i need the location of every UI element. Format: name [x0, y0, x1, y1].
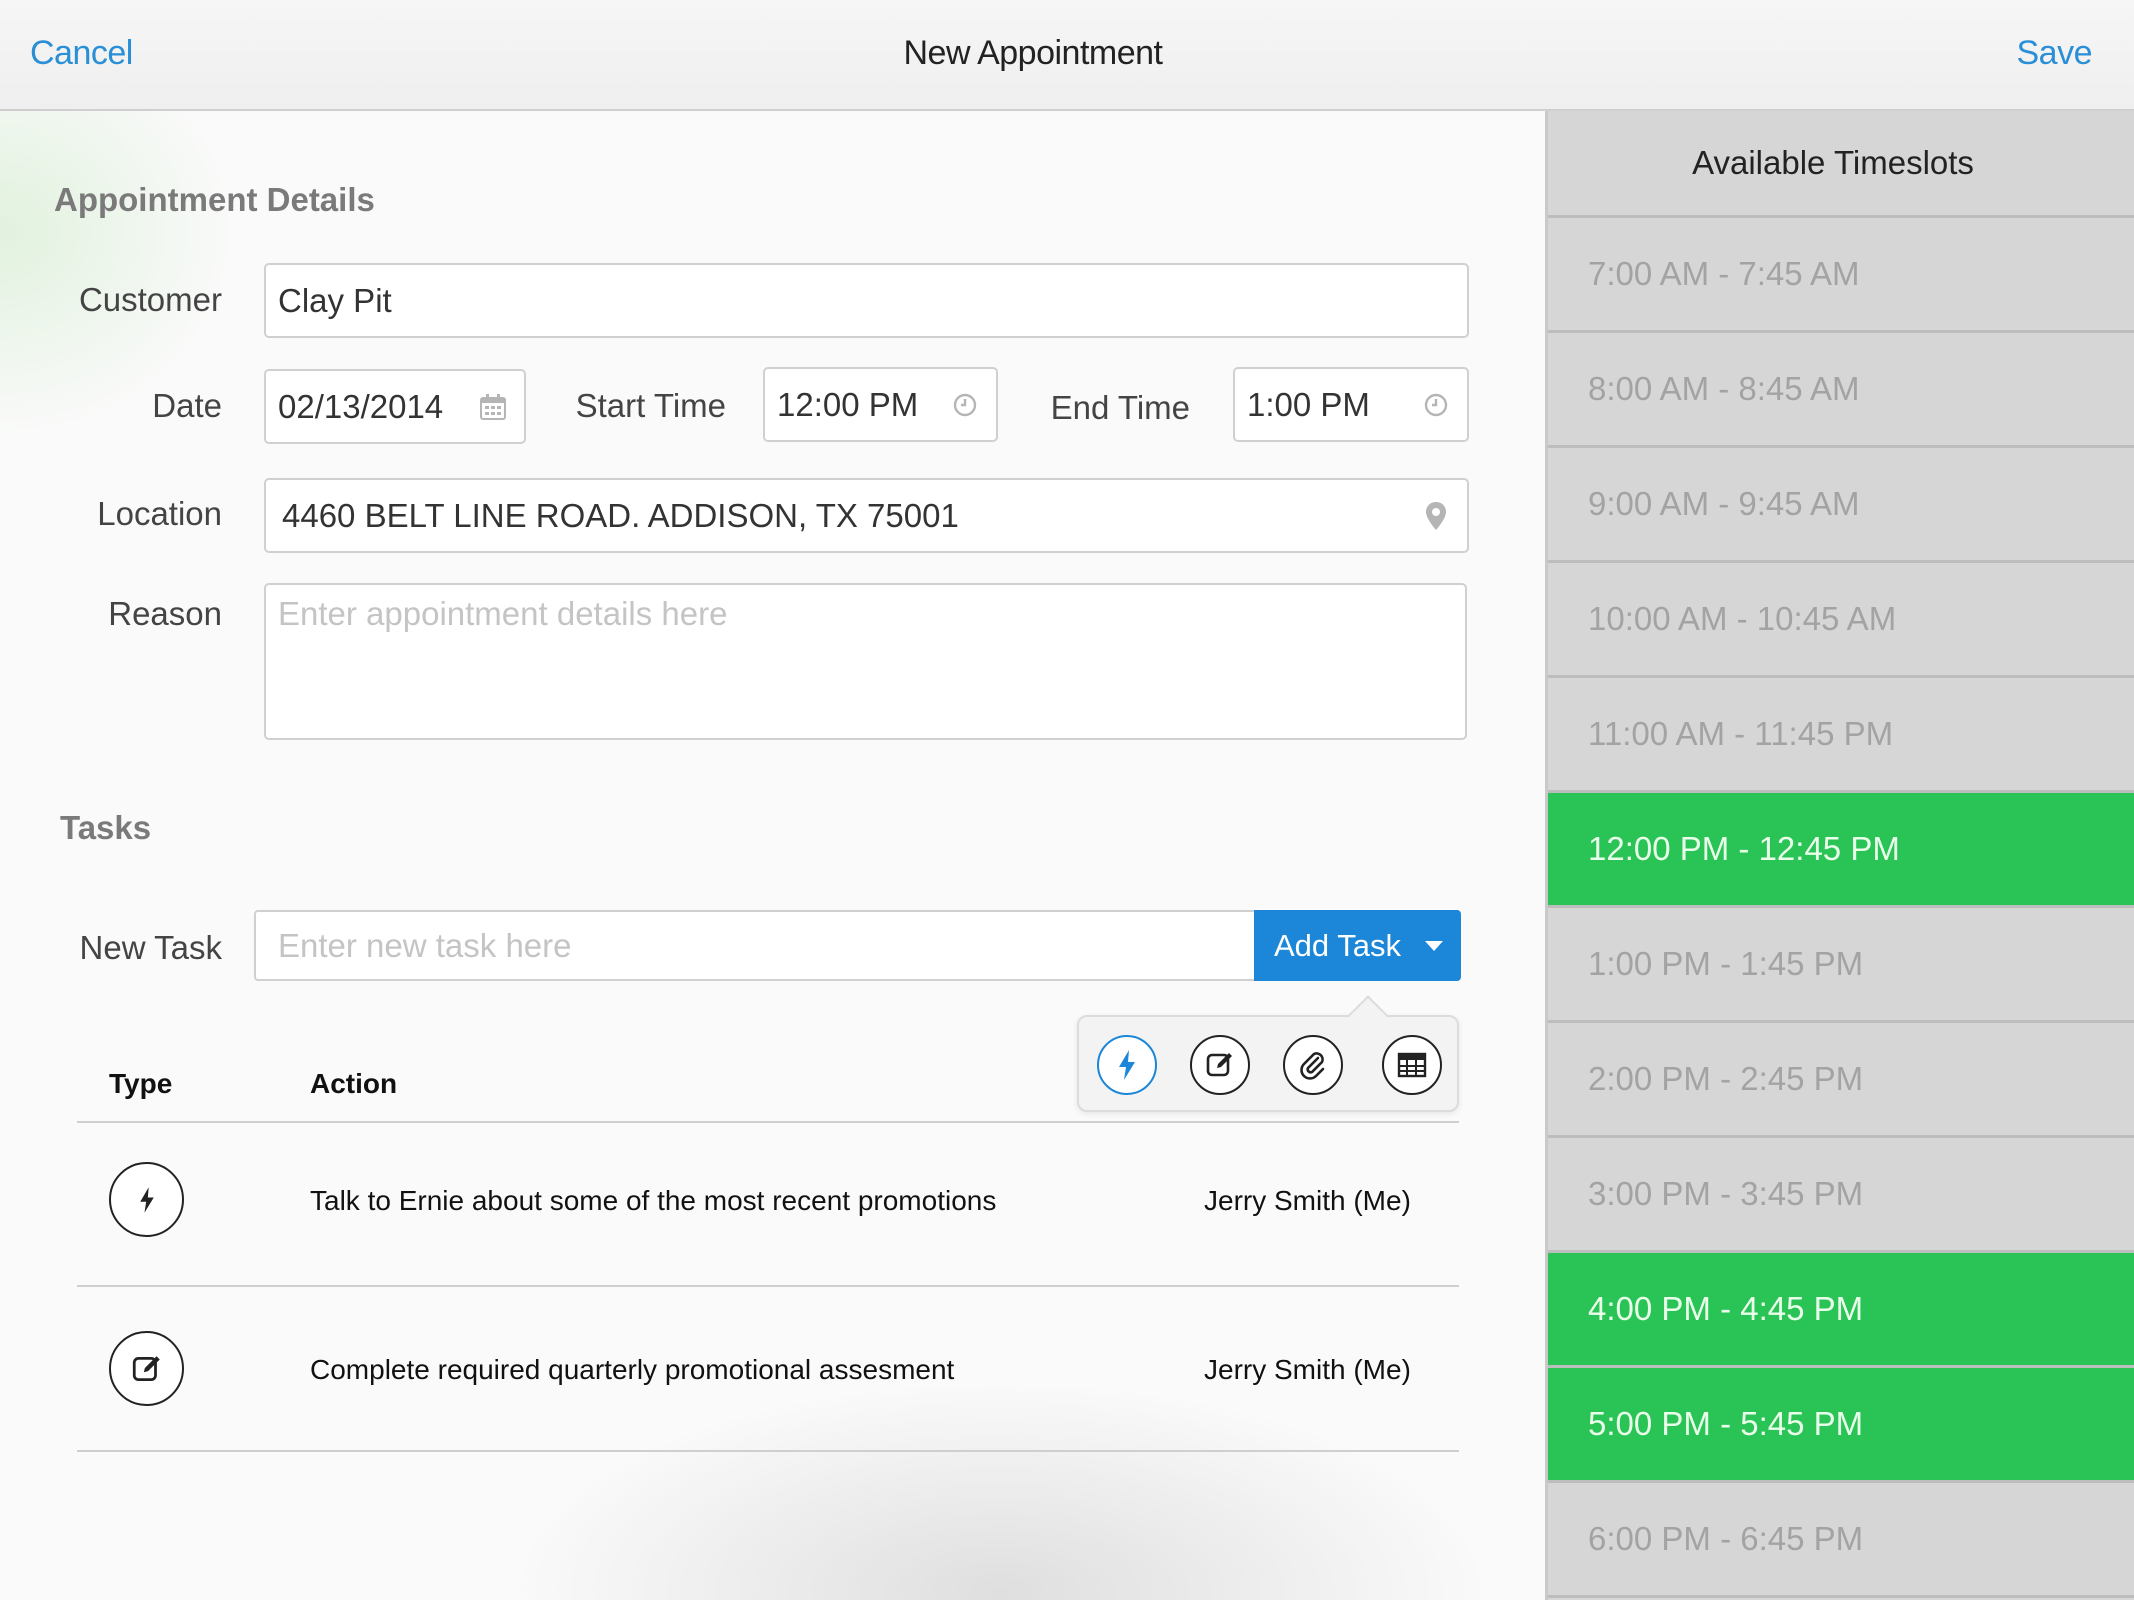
table-icon[interactable] — [1382, 1035, 1442, 1095]
table-divider — [77, 1285, 1459, 1287]
timeslot-panel: Available Timeslots 7:00 AM - 7:45 AM 8:0… — [1545, 111, 2134, 1600]
edit-icon[interactable] — [1190, 1035, 1250, 1095]
add-task-button[interactable]: Add Task — [1254, 910, 1461, 981]
customer-field[interactable]: Clay Pit — [264, 263, 1469, 338]
page-title: New Appointment — [903, 34, 1164, 72]
start-time-value: 12:00 PM — [777, 385, 919, 423]
reason-placeholder: Enter appointment details here — [278, 595, 728, 632]
add-task-label: Add Task — [1274, 927, 1401, 963]
timeslot-item[interactable]: 12:00 PM - 12:45 PM — [1548, 793, 2134, 908]
timeslot-item[interactable]: 3:00 PM - 3:45 PM — [1548, 1138, 2134, 1253]
timeslot-item[interactable]: 5:00 PM - 5:45 PM — [1548, 1368, 2134, 1483]
tasks-heading: Tasks — [60, 809, 152, 846]
timeslot-panel-title: Available Timeslots — [1548, 111, 2134, 218]
nav-bar: Cancel New Appointment Save — [0, 0, 2134, 111]
timeslot-item[interactable]: 11:00 AM - 11:45 PM — [1548, 678, 2134, 793]
chevron-down-icon — [1424, 940, 1443, 951]
paperclip-icon[interactable] — [1283, 1035, 1343, 1095]
calendar-icon[interactable] — [476, 390, 510, 424]
location-field[interactable]: 4460 BELT LINE ROAD. ADDISON, TX 75001 — [264, 478, 1469, 553]
table-divider — [77, 1450, 1459, 1452]
new-task-input[interactable]: Enter new task here — [254, 910, 1257, 981]
timeslot-item[interactable]: 10:00 AM - 10:45 AM — [1548, 563, 2134, 678]
timeslot-item[interactable]: 7:00 AM - 7:45 AM — [1548, 218, 2134, 333]
task-type-popover — [1077, 995, 1459, 1112]
timeslot-item[interactable]: 2:00 PM - 2:45 PM — [1548, 1023, 2134, 1138]
appointment-details-heading: Appointment Details — [54, 181, 375, 218]
edit-icon — [109, 1331, 184, 1406]
save-button[interactable]: Save — [2017, 34, 2093, 73]
task-action: Complete required quarterly promotional … — [310, 1354, 955, 1385]
timeslot-item[interactable]: 8:00 AM - 8:45 AM — [1548, 333, 2134, 448]
timeslot-item[interactable]: 9:00 AM - 9:45 AM — [1548, 448, 2134, 563]
date-field[interactable]: 02/13/2014 — [264, 369, 526, 444]
end-time-field[interactable]: 1:00 PM — [1233, 367, 1469, 442]
end-time-value: 1:00 PM — [1247, 385, 1370, 423]
timeslot-item[interactable]: 6:00 PM - 6:45 PM — [1548, 1483, 2134, 1598]
task-owner: Jerry Smith (Me) — [1204, 1354, 1411, 1385]
start-time-label: Start Time — [575, 387, 726, 424]
reason-label: Reason — [108, 595, 222, 632]
timeslot-item[interactable]: 4:00 PM - 4:45 PM — [1548, 1253, 2134, 1368]
new-task-placeholder: Enter new task here — [278, 926, 572, 964]
reason-textarea[interactable]: Enter appointment details here — [264, 583, 1467, 740]
date-label: Date — [152, 387, 222, 424]
column-header-action: Action — [310, 1068, 398, 1099]
table-divider — [77, 1121, 1459, 1123]
task-action: Talk to Ernie about some of the most rec… — [310, 1185, 997, 1216]
timeslot-item[interactable]: 1:00 PM - 1:45 PM — [1548, 908, 2134, 1023]
clock-icon[interactable] — [948, 388, 982, 422]
start-time-field[interactable]: 12:00 PM — [763, 367, 998, 442]
lightning-icon — [109, 1162, 184, 1237]
timeslot-list: 7:00 AM - 7:45 AM 8:00 AM - 8:45 AM 9:00 A… — [1548, 218, 2134, 1598]
task-owner: Jerry Smith (Me) — [1204, 1185, 1411, 1216]
column-header-type: Type — [109, 1068, 173, 1099]
location-value: 4460 BELT LINE ROAD. ADDISON, TX 75001 — [282, 496, 959, 534]
clock-icon[interactable] — [1419, 388, 1453, 422]
customer-label: Customer — [78, 281, 222, 318]
map-pin-icon[interactable] — [1419, 499, 1453, 533]
new-task-label: New Task — [79, 929, 222, 966]
end-time-label: End Time — [1050, 389, 1190, 426]
lightning-icon[interactable] — [1097, 1035, 1157, 1095]
location-label: Location — [97, 495, 222, 532]
date-value: 02/13/2014 — [278, 387, 444, 425]
customer-value: Clay Pit — [278, 281, 392, 319]
